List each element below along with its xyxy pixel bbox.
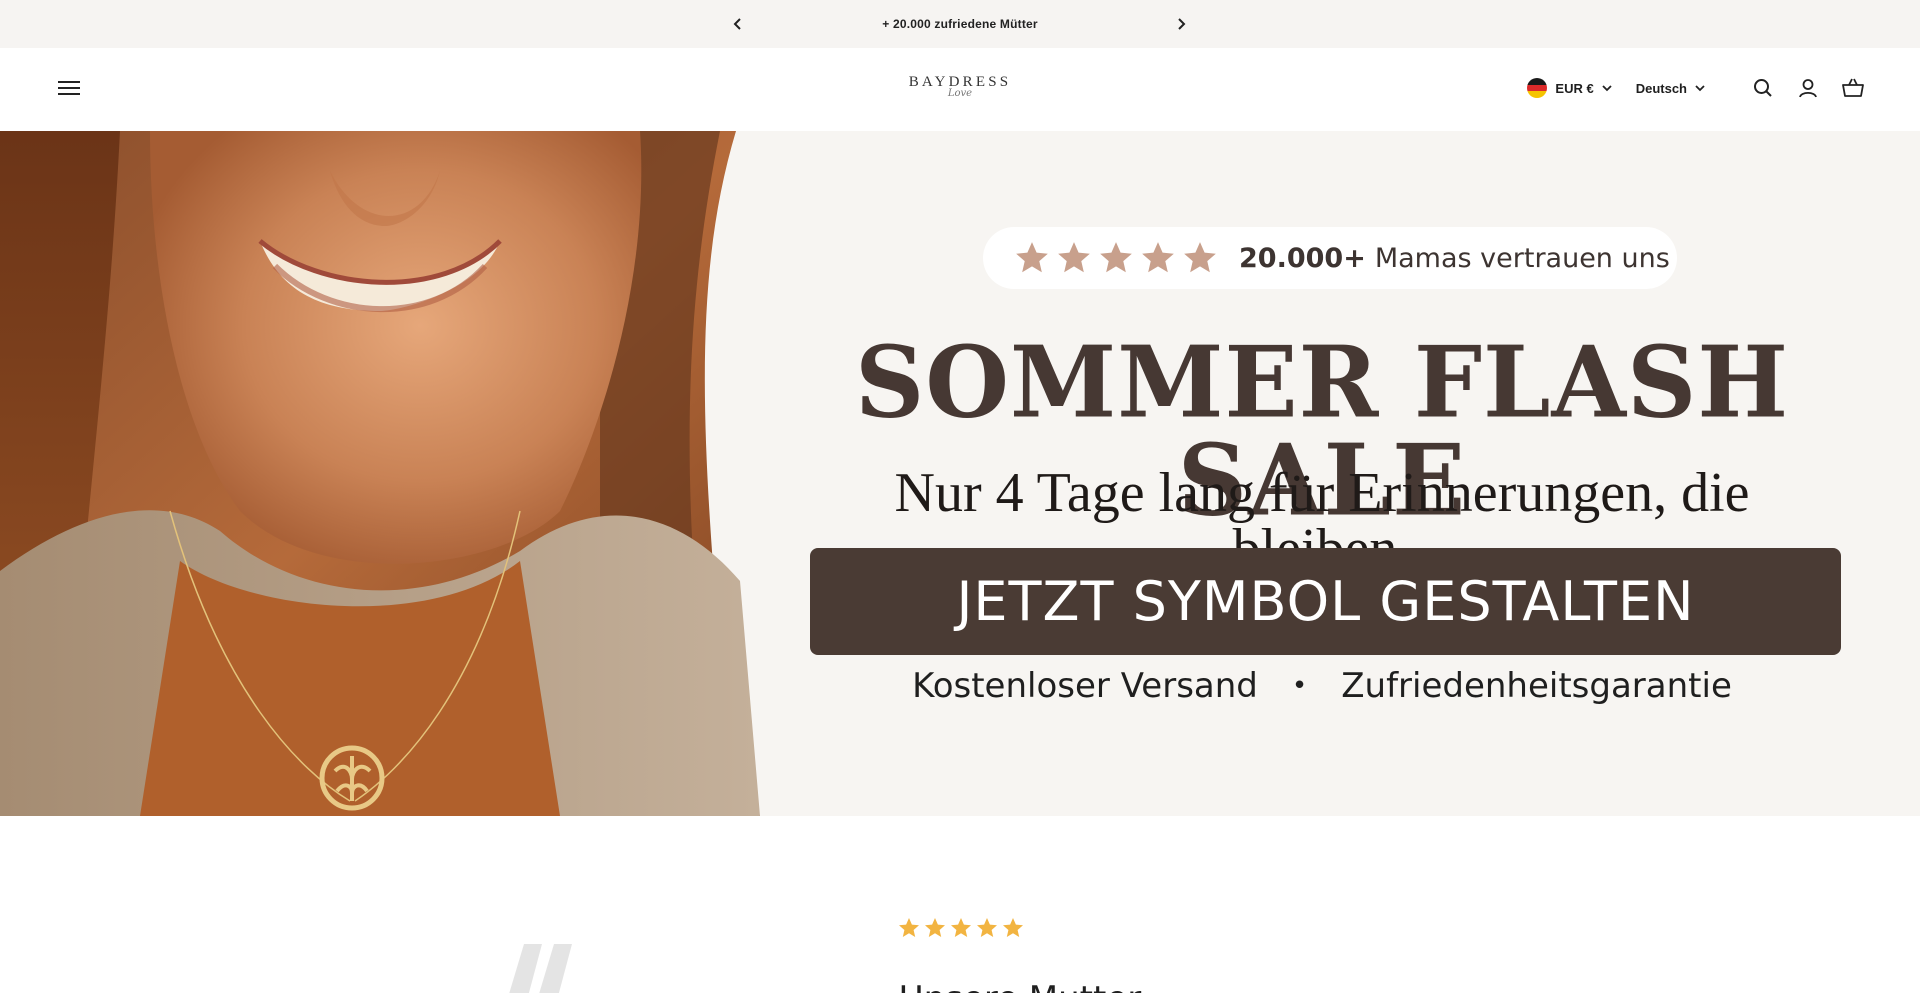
announcement-next-button[interactable] (1171, 14, 1191, 34)
chevron-down-icon (1695, 85, 1705, 92)
header-tools: EUR € Deutsch (1527, 76, 1864, 100)
announcement-bar: + 20.000 zufriedene Mütter (0, 0, 1920, 48)
language-label: Deutsch (1635, 80, 1687, 96)
perks-row: Kostenloser Versand • Zufriedenheitsgara… (800, 666, 1844, 706)
star-icon (899, 918, 919, 937)
hero-photo-woman-necklace (0, 131, 760, 816)
currency-selector[interactable]: EUR € (1527, 78, 1612, 98)
announcement-text: + 20.000 zufriedene Mütter (882, 17, 1038, 31)
menu-icon[interactable] (58, 78, 82, 98)
chevron-down-icon (1602, 85, 1612, 92)
star-icon (1100, 242, 1132, 273)
star-icon (925, 918, 945, 937)
currency-label: EUR € (1555, 80, 1594, 96)
announcement-prev-button[interactable] (728, 14, 748, 34)
star-icon (951, 918, 971, 937)
star-icon (1142, 242, 1174, 273)
language-selector[interactable]: Deutsch (1636, 81, 1705, 96)
perk-shipping: Kostenloser Versand (912, 666, 1258, 706)
cta-label: JETZT SYMBOL GESTALTEN (956, 570, 1695, 633)
site-header: BAYDRESS Love EUR € Deutsch (0, 48, 1920, 131)
star-icon (1003, 918, 1023, 937)
account-icon[interactable] (1797, 77, 1819, 99)
cta-button[interactable]: JETZT SYMBOL GESTALTEN (810, 548, 1841, 655)
star-icon (1184, 242, 1216, 273)
rating-count: 20.000+ (1239, 242, 1366, 274)
flag-de-icon (1527, 78, 1548, 98)
review-text: Unsere Mutter (520, 979, 1520, 993)
chevron-right-icon (1178, 18, 1186, 30)
perk-guarantee: Zufriedenheitsgarantie (1341, 666, 1732, 706)
rating-stars (1013, 239, 1223, 277)
review-section: Unsere Mutter (0, 816, 1920, 993)
perk-separator: • (1291, 671, 1308, 701)
star-icon (1016, 242, 1048, 273)
site-logo[interactable]: BAYDRESS Love (880, 74, 1040, 108)
cart-icon[interactable] (1842, 77, 1864, 99)
hero-banner[interactable]: 20.000+ Mamas vertrauen uns SOMMER FLASH… (0, 131, 1920, 816)
logo-script: Love (947, 88, 973, 99)
rating-text: Mamas vertrauen uns (1374, 242, 1670, 274)
chevron-left-icon (733, 18, 741, 30)
search-icon[interactable] (1752, 77, 1774, 99)
rating-badge: 20.000+ Mamas vertrauen uns (983, 227, 1677, 289)
star-icon (1058, 242, 1090, 273)
star-icon (977, 918, 997, 937)
review-stars (897, 916, 1027, 940)
